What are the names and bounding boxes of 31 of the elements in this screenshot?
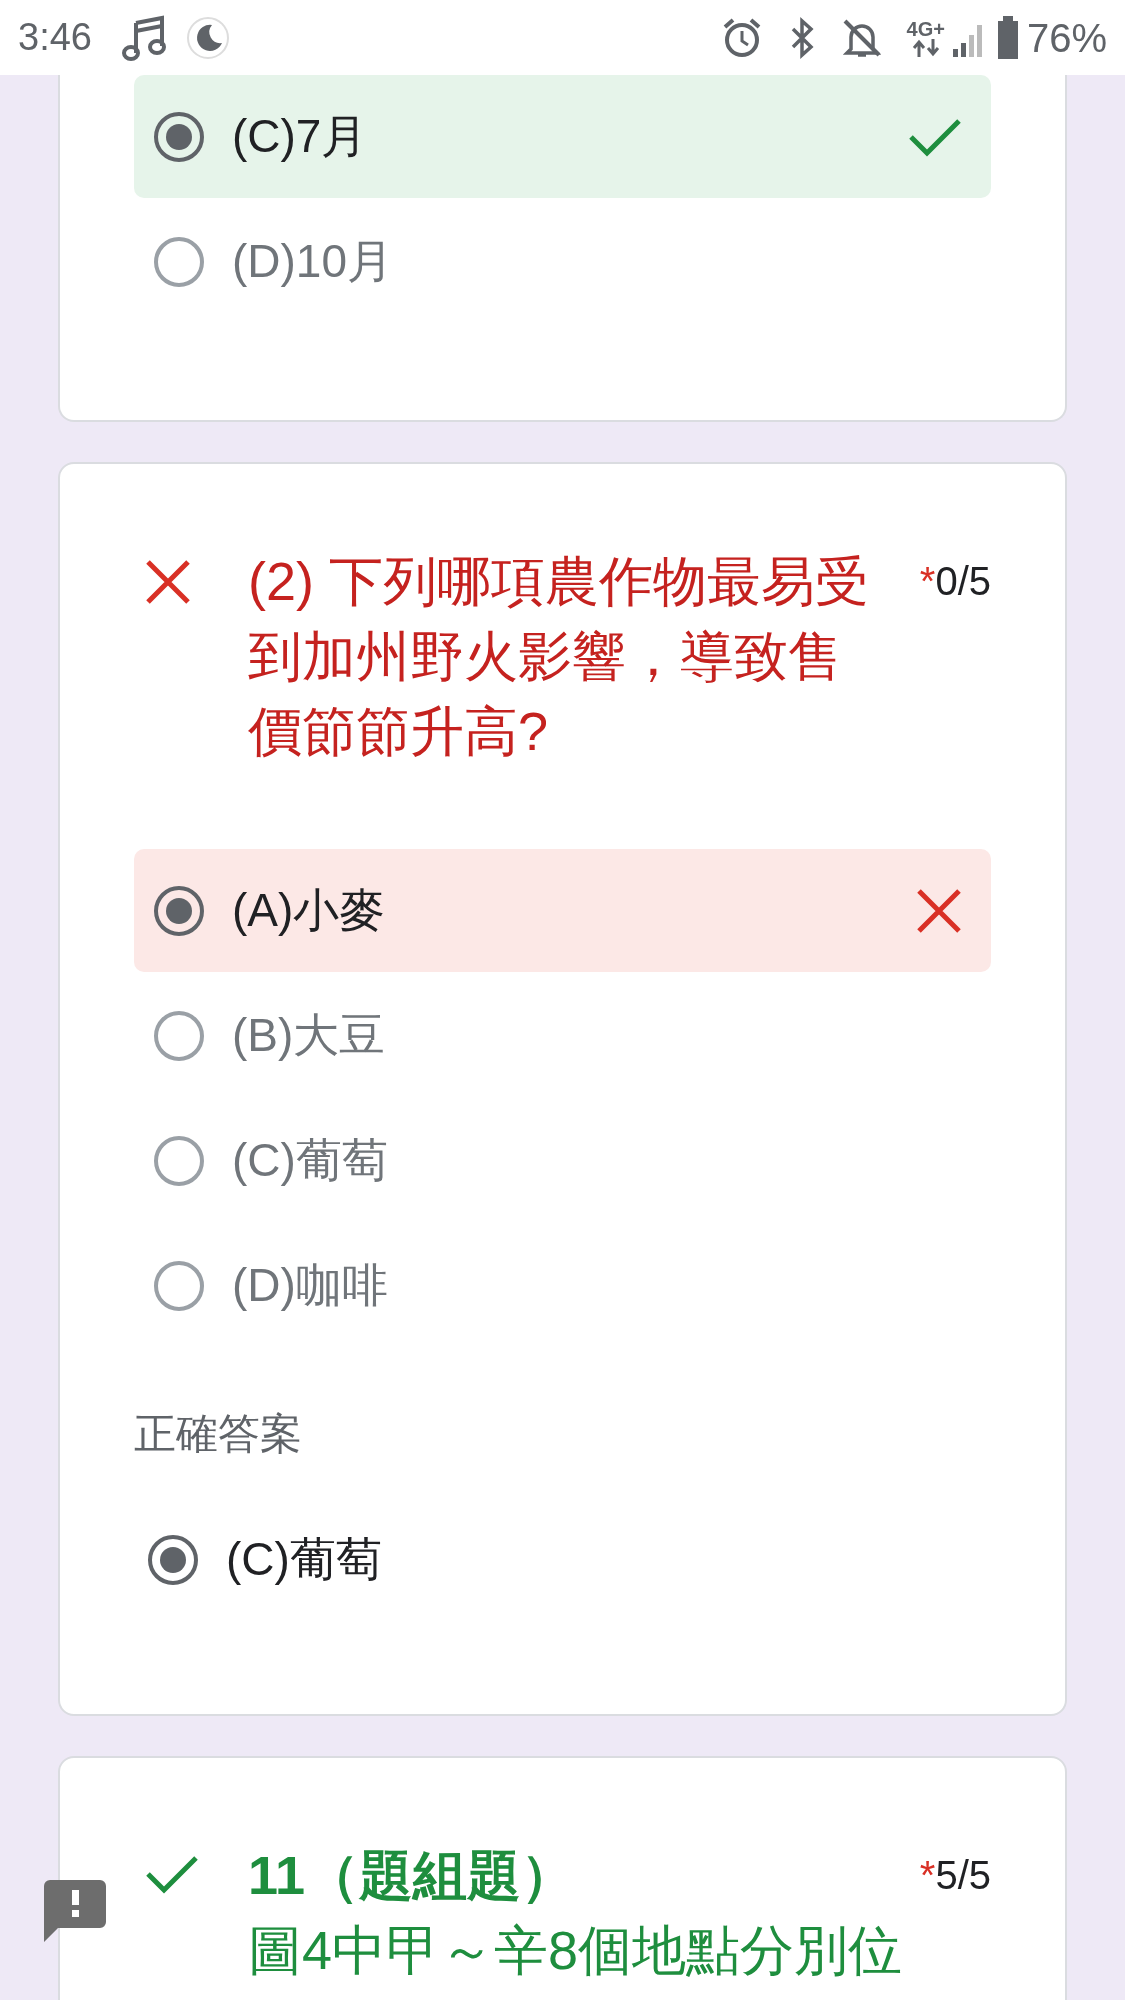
- option-label: (D)10月: [232, 234, 395, 289]
- question-title: 11（題組題）: [248, 1844, 577, 1907]
- option-label: (C)葡萄: [226, 1532, 382, 1587]
- radio-button[interactable]: [154, 885, 204, 936]
- option-label: (B)大豆: [232, 1008, 387, 1063]
- battery-percentage: 76%: [1026, 14, 1107, 62]
- radio-button[interactable]: [154, 111, 204, 162]
- radio-button[interactable]: [148, 1534, 198, 1585]
- moon-icon: [185, 15, 230, 60]
- music-note-icon: [121, 14, 168, 61]
- clock-time: 3:46: [18, 15, 92, 60]
- radio-button[interactable]: [154, 236, 204, 287]
- radio-button[interactable]: [154, 1010, 204, 1061]
- option-label: (C)葡萄: [232, 1133, 389, 1188]
- score: 0/5: [935, 559, 991, 603]
- cross-icon: [915, 886, 963, 935]
- radio-button[interactable]: [154, 1260, 204, 1311]
- feedback-icon[interactable]: [44, 1880, 106, 1942]
- battery-icon: [996, 15, 1019, 60]
- question-text: 圖4中甲～辛8個地點分別位: [248, 1919, 904, 1982]
- required-asterisk: *: [919, 1853, 936, 1897]
- network-type: 4G+: [906, 18, 945, 39]
- option-label: (D)咖啡: [232, 1258, 389, 1313]
- data-arrows-icon: [910, 38, 941, 57]
- question-title: (2) 下列哪項農作物最易受到加州野火影響，導致售價節節升高?: [248, 550, 870, 763]
- correct-answer-heading: 正確答案: [134, 1409, 303, 1459]
- option-label: (A)小麥: [232, 883, 387, 938]
- required-asterisk: *: [919, 559, 936, 603]
- score: 5/5: [935, 1853, 991, 1897]
- radio-button[interactable]: [154, 1135, 204, 1186]
- option-label: (C)7月: [232, 109, 369, 164]
